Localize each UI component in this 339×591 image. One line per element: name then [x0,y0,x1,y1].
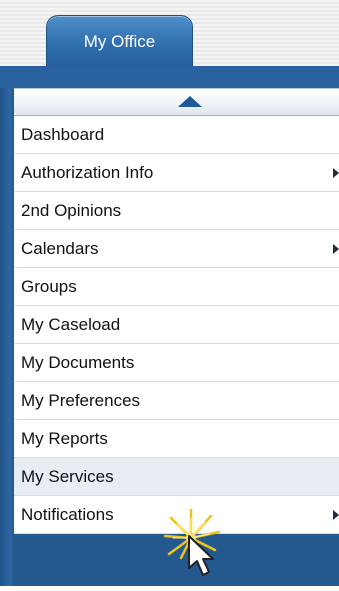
menu-item-label: Authorization Info [21,163,154,182]
menu-item-dashboard[interactable]: Dashboard [14,116,339,154]
submenu-arrow-icon [333,168,339,178]
menu-item-label: Calendars [21,239,99,258]
menu-item-label: Notifications [21,505,114,524]
menu-item-authorization-info[interactable]: Authorization Info [14,154,339,192]
menu-frame-top [0,66,339,88]
menu-item-label: My Preferences [21,391,141,410]
menu-item-2nd-opinions[interactable]: 2nd Opinions [14,192,339,230]
menu-item-label: My Services [21,467,114,486]
menu-item-calendars[interactable]: Calendars [14,230,339,268]
menu-item-label: My Documents [21,353,135,372]
menu-item-label: 2nd Opinions [21,201,122,220]
submenu-arrow-icon [333,244,339,254]
my-office-menu: Dashboard Authorization Info 2nd Opinion… [14,116,339,534]
menu-item-label: Dashboard [21,125,105,144]
menu-item-my-preferences[interactable]: My Preferences [14,382,339,420]
menu-item-my-services[interactable]: My Services [14,458,339,496]
menu-item-groups[interactable]: Groups [14,268,339,306]
menu-item-my-documents[interactable]: My Documents [14,344,339,382]
menu-item-label: My Reports [21,429,108,448]
tab-my-office[interactable]: My Office [46,15,193,67]
menu-item-notifications[interactable]: Notifications [14,496,339,534]
scroll-up-button[interactable] [14,88,339,116]
menu-item-my-caseload[interactable]: My Caseload [14,306,339,344]
menu-item-label: My Caseload [21,315,121,334]
menu-item-my-reports[interactable]: My Reports [14,420,339,458]
triangle-up-icon [178,96,202,107]
submenu-arrow-icon [333,510,339,520]
menu-item-label: Groups [21,277,77,296]
